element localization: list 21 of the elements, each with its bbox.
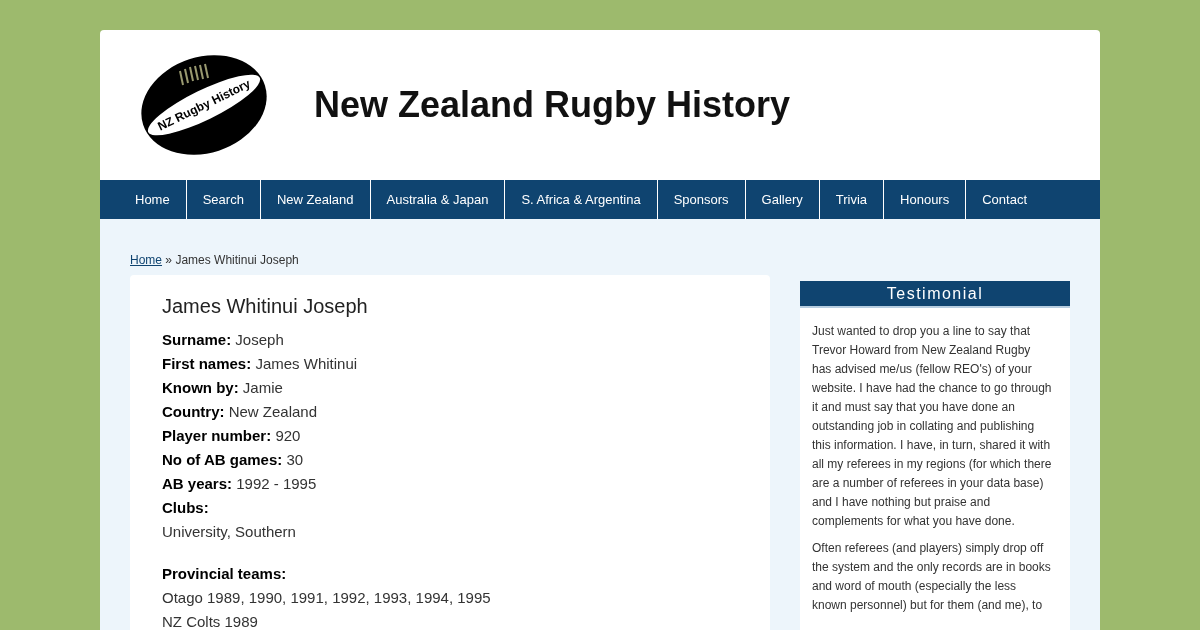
provincial-team: Otago 1989, 1990, 1991, 1992, 1993, 1994, 1995	[162, 588, 492, 608]
player-field: AB years: 1992 - 1995	[162, 472, 738, 496]
breadcrumb-current: James Whitinui Joseph	[175, 253, 299, 267]
player-field: Known by: Jamie	[162, 376, 738, 400]
player-field: No of AB games: 30	[162, 448, 738, 472]
nav-link[interactable]: Contact	[966, 180, 1043, 219]
clubs-label: Clubs:	[162, 498, 210, 518]
player-field: Surname: Joseph	[162, 328, 738, 352]
player-field: Country: New Zealand	[162, 400, 738, 424]
player-field: Player number: 920	[162, 424, 738, 448]
player-name: James Whitinui Joseph	[162, 295, 369, 318]
provincial-team: NZ Colts 1989	[162, 612, 259, 630]
site-title: New Zealand Rugby History	[314, 84, 791, 126]
breadcrumb-separator: »	[165, 253, 173, 267]
clubs-text: University, Southern	[162, 522, 297, 542]
player-field: First names: James Whitinui	[162, 352, 738, 376]
breadcrumb-link[interactable]: Home	[130, 253, 162, 267]
testimonial-text: Often referees (and players) simply drop off the system and the only records are in books and word of mouth (especially the less known personnel) but for them (and me), to	[812, 540, 1052, 614]
provincial-label: Provincial teams:	[162, 564, 288, 584]
testimonial-text: Just wanted to drop you a line to say that Trevor Howard from New Zealand Rugby has advised me/us (fellow REO's) of your website. I have had the chance to go through it and must say that you have done an outstanding job in collating and publishing this information. I have, in turn, shared it with all my referees in my regions (for which there are a number of referees in your data base) and I have nothing but praise and complements for what you have done.	[812, 323, 1052, 530]
testimonial-heading: Testimonial	[800, 281, 1070, 308]
